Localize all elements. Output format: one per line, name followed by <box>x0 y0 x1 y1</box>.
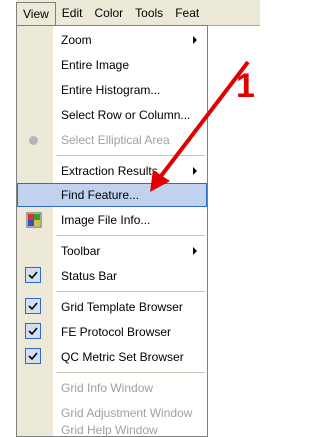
annotation-label: 1 <box>236 67 255 105</box>
annotation-arrow-icon <box>150 60 250 192</box>
